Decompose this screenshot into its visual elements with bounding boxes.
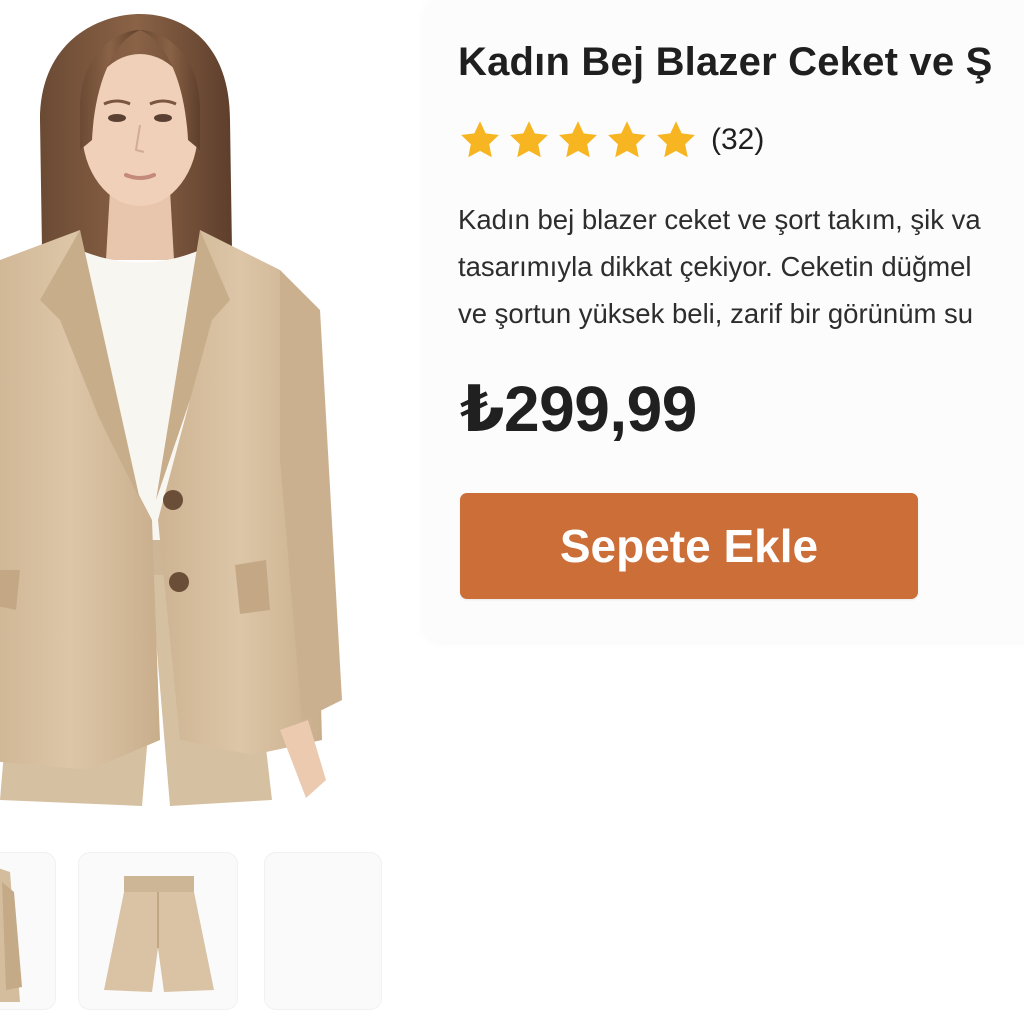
rating-row[interactable]: (32) [458, 114, 764, 166]
product-title: Kadın Bej Blazer Ceket ve Ş [458, 40, 993, 84]
star-icon [510, 121, 548, 158]
star-icon [461, 121, 499, 158]
add-to-cart-button[interactable]: Sepete Ekle [460, 493, 918, 599]
thumbnail-strip [0, 852, 400, 1012]
description-line: Kadın bej blazer ceket ve şort takım, şi… [458, 204, 981, 235]
star-icon [608, 121, 646, 158]
product-info-panel: Kadın Bej Blazer Ceket ve Ş (32) Kadın b… [424, 0, 1024, 642]
main-product-image[interactable] [0, 0, 380, 828]
thumbnail-shorts[interactable] [78, 852, 238, 1010]
description-line: ve şortun yüksek beli, zarif bir görünüm… [458, 298, 974, 329]
star-icon [657, 121, 695, 158]
add-to-cart-label: Sepete Ekle [559, 520, 819, 572]
description-line: tasarımıyla dikkat çekiyor. Ceketin düğm… [458, 251, 972, 282]
review-count: (32) [711, 123, 765, 156]
star-icon [559, 121, 597, 158]
product-description: Kadın bej blazer ceket ve şort takım, şi… [458, 196, 1024, 337]
thumbnail-blazer[interactable] [0, 852, 56, 1010]
thumbnail-empty[interactable] [264, 852, 382, 1010]
product-price: ₺299,99 [460, 373, 697, 445]
